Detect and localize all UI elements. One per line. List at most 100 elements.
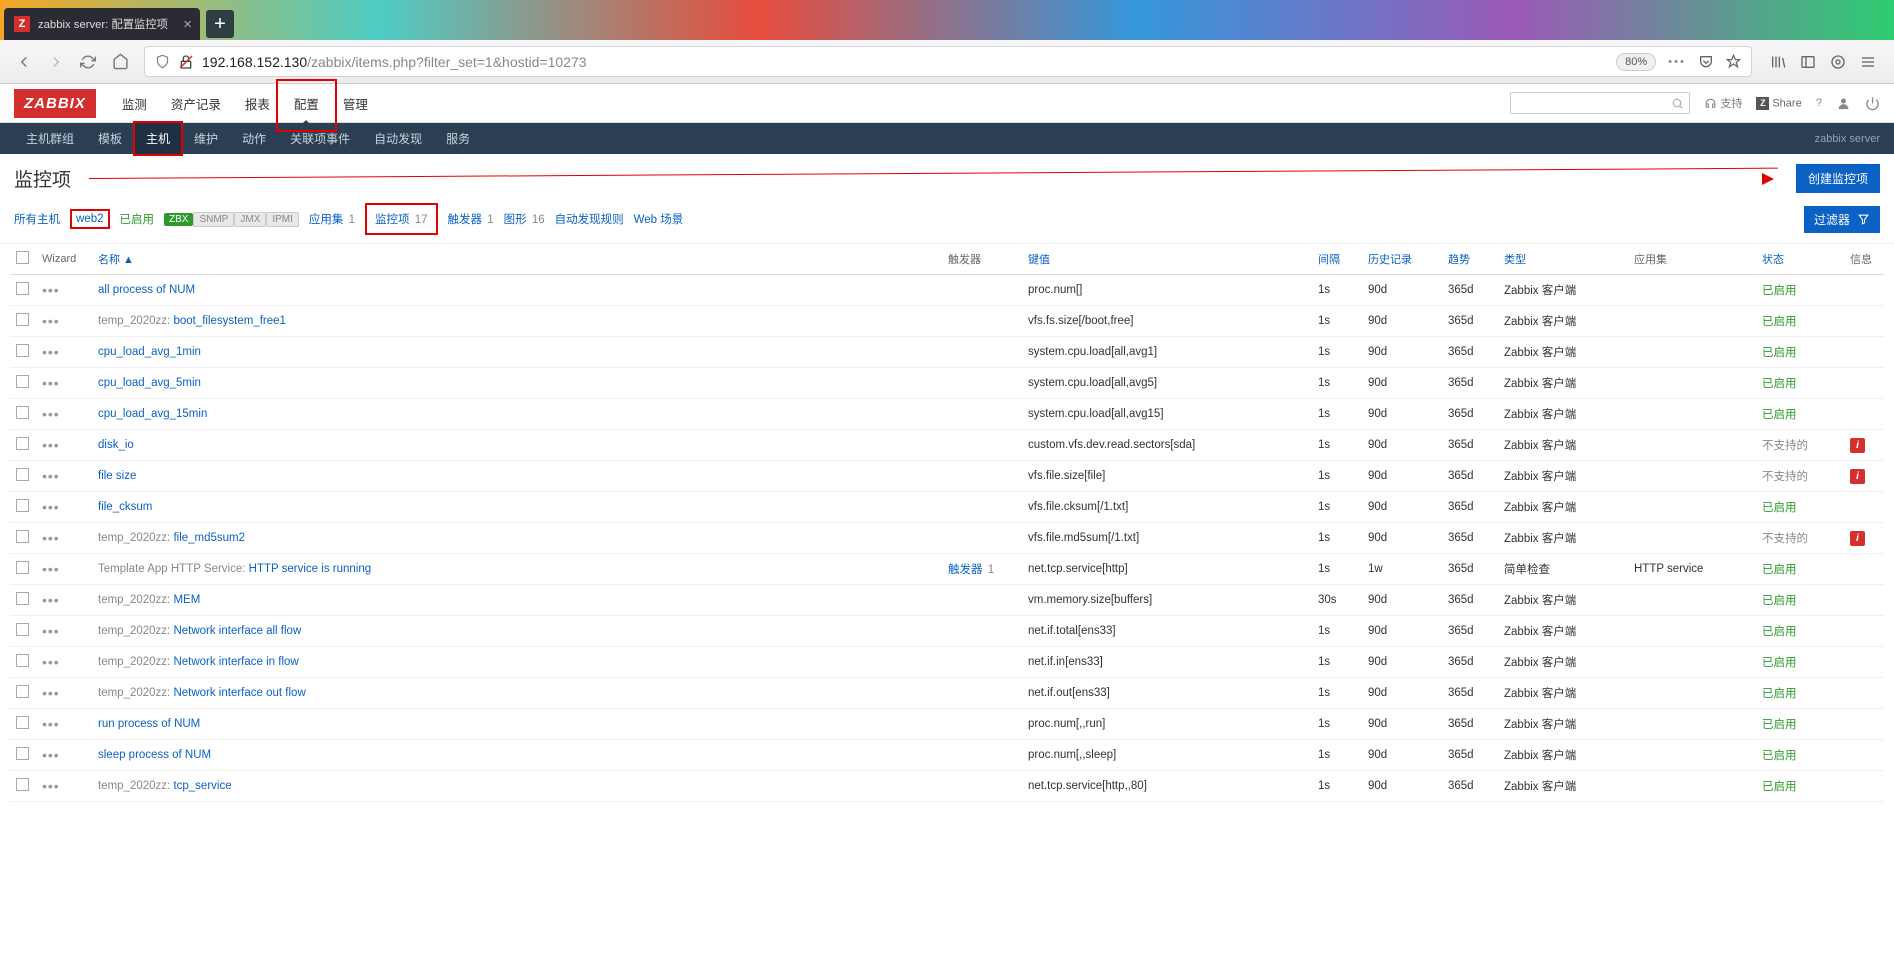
- row-checkbox[interactable]: [16, 561, 29, 574]
- item-name-link[interactable]: file size: [98, 470, 136, 482]
- wizard-menu-icon[interactable]: •••: [42, 468, 60, 484]
- row-checkbox[interactable]: [16, 406, 29, 419]
- info-icon[interactable]: i: [1850, 438, 1865, 453]
- sub-nav-item[interactable]: 主机群组: [14, 122, 86, 155]
- wizard-menu-icon[interactable]: •••: [42, 747, 60, 763]
- row-checkbox[interactable]: [16, 778, 29, 791]
- col-status[interactable]: 状态: [1756, 244, 1844, 275]
- share-link[interactable]: ZShare: [1756, 97, 1801, 110]
- main-menu-item[interactable]: 报表: [233, 83, 282, 124]
- row-checkbox[interactable]: [16, 685, 29, 698]
- sub-nav-item[interactable]: 服务: [434, 122, 482, 155]
- host-link[interactable]: web2: [76, 213, 104, 225]
- main-menu-item[interactable]: 资产记录: [159, 83, 233, 124]
- col-history[interactable]: 历史记录: [1362, 244, 1442, 275]
- wizard-menu-icon[interactable]: •••: [42, 716, 60, 732]
- row-checkbox[interactable]: [16, 437, 29, 450]
- status-link[interactable]: 已启用: [1762, 657, 1797, 669]
- close-icon[interactable]: ×: [183, 16, 192, 33]
- home-button[interactable]: [104, 46, 136, 78]
- item-name-link[interactable]: MEM: [173, 594, 200, 606]
- select-all-checkbox[interactable]: [16, 251, 29, 264]
- col-name[interactable]: 名称 ▲: [92, 244, 942, 275]
- row-checkbox[interactable]: [16, 282, 29, 295]
- status-link[interactable]: 已启用: [1762, 378, 1797, 390]
- power-icon[interactable]: [1865, 96, 1880, 111]
- all-hosts-link[interactable]: 所有主机: [14, 211, 60, 227]
- status-link[interactable]: 不支持的: [1762, 533, 1808, 545]
- info-icon[interactable]: i: [1850, 531, 1865, 546]
- wizard-menu-icon[interactable]: •••: [42, 654, 60, 670]
- status-link[interactable]: 已启用: [1762, 781, 1797, 793]
- item-name-link[interactable]: boot_filesystem_free1: [173, 315, 286, 327]
- row-checkbox[interactable]: [16, 468, 29, 481]
- item-name-link[interactable]: Network interface all flow: [173, 625, 301, 637]
- create-item-button[interactable]: 创建监控项: [1796, 164, 1880, 193]
- wizard-menu-icon[interactable]: •••: [42, 530, 60, 546]
- applications-link[interactable]: 应用集: [309, 214, 344, 226]
- row-checkbox[interactable]: [16, 344, 29, 357]
- status-link[interactable]: 已启用: [1762, 750, 1797, 762]
- wizard-menu-icon[interactable]: •••: [42, 406, 60, 422]
- main-menu-item[interactable]: 配置: [282, 83, 331, 124]
- status-link[interactable]: 不支持的: [1762, 471, 1808, 483]
- row-checkbox[interactable]: [16, 375, 29, 388]
- row-checkbox[interactable]: [16, 313, 29, 326]
- zoom-badge[interactable]: 80%: [1616, 53, 1656, 71]
- item-name-link[interactable]: Network interface out flow: [173, 687, 305, 699]
- wizard-menu-icon[interactable]: •••: [42, 623, 60, 639]
- pocket-icon[interactable]: [1698, 54, 1714, 70]
- wizard-menu-icon[interactable]: •••: [42, 344, 60, 360]
- main-menu-item[interactable]: 管理: [331, 83, 380, 124]
- status-link[interactable]: 已启用: [1762, 595, 1797, 607]
- item-name-link[interactable]: run process of NUM: [98, 718, 200, 730]
- item-name-link[interactable]: HTTP service is running: [249, 563, 372, 575]
- help-icon[interactable]: ?: [1816, 97, 1822, 109]
- reload-button[interactable]: [72, 46, 104, 78]
- row-checkbox[interactable]: [16, 623, 29, 636]
- status-link[interactable]: 不支持的: [1762, 440, 1808, 452]
- wizard-menu-icon[interactable]: •••: [42, 685, 60, 701]
- sub-nav-item[interactable]: 动作: [230, 122, 278, 155]
- item-name-link[interactable]: file_md5sum2: [173, 532, 245, 544]
- col-type[interactable]: 类型: [1498, 244, 1628, 275]
- bookmark-icon[interactable]: [1726, 54, 1741, 69]
- col-interval[interactable]: 间隔: [1312, 244, 1362, 275]
- sub-nav-item[interactable]: 维护: [182, 122, 230, 155]
- library-icon[interactable]: [1770, 54, 1786, 70]
- items-link[interactable]: 监控项: [375, 214, 410, 226]
- row-checkbox[interactable]: [16, 747, 29, 760]
- item-name-link[interactable]: Network interface in flow: [173, 656, 298, 668]
- status-link[interactable]: 已启用: [1762, 719, 1797, 731]
- sub-nav-item[interactable]: 关联项事件: [278, 122, 362, 155]
- forward-button[interactable]: [40, 46, 72, 78]
- status-link[interactable]: 已启用: [1762, 285, 1797, 297]
- wizard-menu-icon[interactable]: •••: [42, 375, 60, 391]
- filter-button[interactable]: 过滤器: [1804, 206, 1880, 233]
- status-link[interactable]: 已启用: [1762, 626, 1797, 638]
- wizard-menu-icon[interactable]: •••: [42, 778, 60, 794]
- row-checkbox[interactable]: [16, 530, 29, 543]
- col-key[interactable]: 键值: [1022, 244, 1312, 275]
- item-name-link[interactable]: cpu_load_avg_15min: [98, 408, 207, 420]
- col-trends[interactable]: 趋势: [1442, 244, 1498, 275]
- item-name-link[interactable]: file_cksum: [98, 501, 152, 513]
- zabbix-logo[interactable]: ZABBIX: [14, 89, 96, 118]
- trigger-link[interactable]: 触发器: [948, 564, 983, 576]
- status-link[interactable]: 已启用: [1762, 688, 1797, 700]
- discovery-link[interactable]: 自动发现规则: [555, 211, 624, 227]
- wizard-menu-icon[interactable]: •••: [42, 499, 60, 515]
- status-link[interactable]: 已启用: [1762, 347, 1797, 359]
- main-menu-item[interactable]: 监测: [110, 83, 159, 124]
- row-checkbox[interactable]: [16, 716, 29, 729]
- item-name-link[interactable]: cpu_load_avg_1min: [98, 346, 201, 358]
- item-name-link[interactable]: tcp_service: [173, 780, 231, 792]
- row-checkbox[interactable]: [16, 654, 29, 667]
- wizard-menu-icon[interactable]: •••: [42, 282, 60, 298]
- web-link[interactable]: Web 场景: [634, 211, 684, 227]
- status-link[interactable]: 已启用: [1762, 316, 1797, 328]
- page-actions-icon[interactable]: •••: [1668, 56, 1686, 68]
- wizard-menu-icon[interactable]: •••: [42, 437, 60, 453]
- sub-nav-item[interactable]: 主机: [134, 122, 182, 155]
- sub-nav-item[interactable]: 自动发现: [362, 122, 434, 155]
